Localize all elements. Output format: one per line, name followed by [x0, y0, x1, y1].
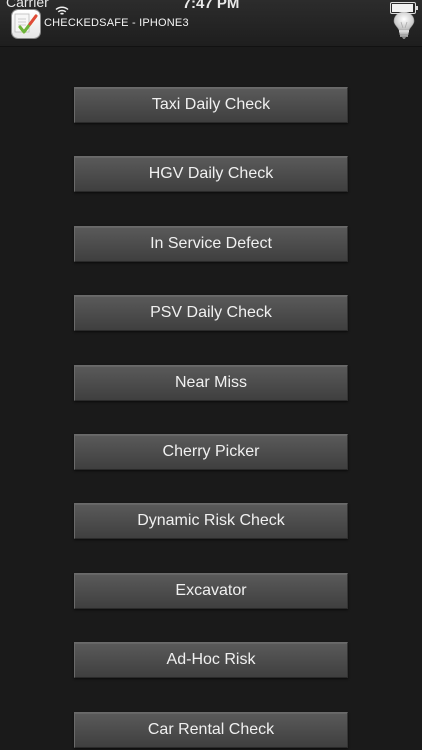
cherry-picker-button[interactable]: Cherry Picker — [74, 433, 348, 470]
car-rental-check-button[interactable]: Car Rental Check — [74, 711, 348, 748]
psv-daily-check-button[interactable]: PSV Daily Check — [74, 295, 348, 332]
app-screen: CHECKEDSAFE - IPHONE3 Carrier 7:47 PM Ta… — [0, 0, 422, 750]
in-service-defect-button[interactable]: In Service Defect — [74, 225, 348, 262]
battery-level — [392, 4, 413, 12]
hgv-daily-check-button[interactable]: HGV Daily Check — [74, 156, 348, 193]
battery-icon — [390, 2, 418, 14]
check-menu: Taxi Daily Check HGV Daily Check In Servic… — [74, 87, 348, 750]
status-bar: Carrier 7:47 PM — [0, 0, 422, 22]
excavator-button[interactable]: Excavator — [74, 572, 348, 609]
status-time: 7:47 PM — [182, 0, 240, 12]
dynamic-risk-check-button[interactable]: Dynamic Risk Check — [74, 503, 348, 540]
near-miss-button[interactable]: Near Miss — [74, 364, 348, 401]
taxi-daily-check-button[interactable]: Taxi Daily Check — [74, 87, 348, 123]
ad-hoc-risk-button[interactable]: Ad-Hoc Risk — [74, 642, 348, 679]
